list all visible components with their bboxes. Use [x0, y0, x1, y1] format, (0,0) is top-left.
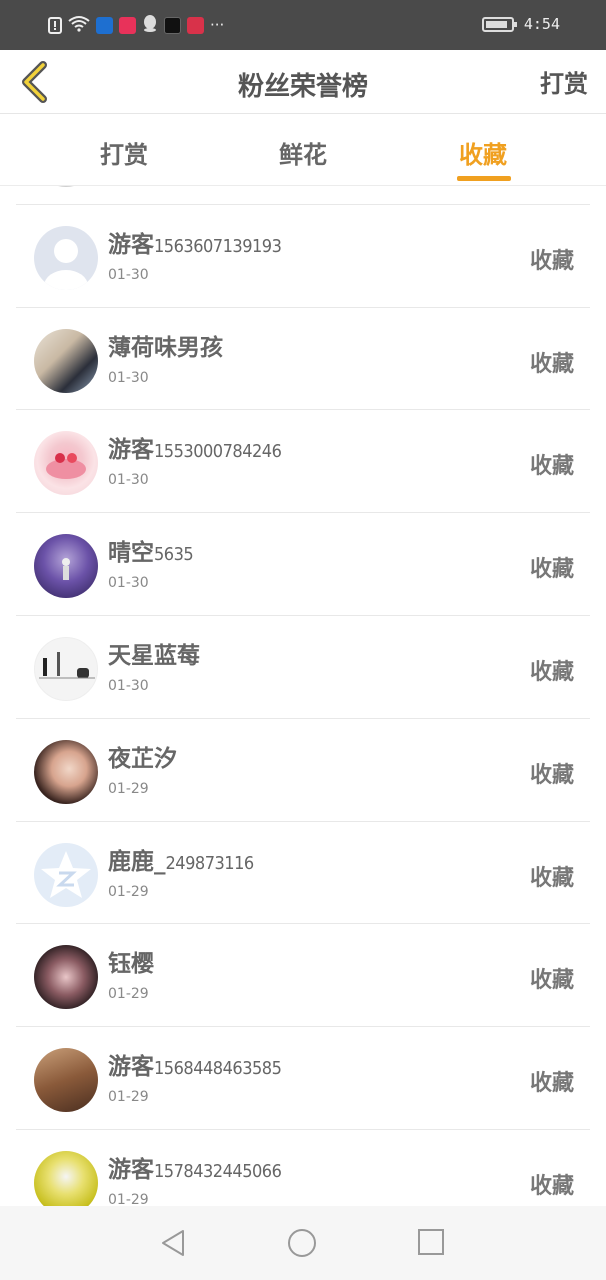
- avatar[interactable]: [34, 431, 98, 496]
- back-triangle-icon[interactable]: [158, 1228, 188, 1262]
- user-name-suffix: 1568448463585: [154, 1058, 282, 1080]
- item-action-label: 收藏: [529, 351, 574, 377]
- user-name[interactable]: 游客1578432445066: [108, 1150, 282, 1184]
- avatar[interactable]: [34, 225, 98, 290]
- avatar[interactable]: [34, 534, 98, 599]
- shield-app-icon: [96, 16, 113, 34]
- user-name-suffix: 1578432445066: [154, 1160, 282, 1182]
- sketch-figures-icon: [39, 651, 95, 679]
- avatar[interactable]: [34, 842, 98, 907]
- item-date: 01-30: [108, 575, 149, 592]
- user-name[interactable]: 鹿鹿_249873116: [108, 842, 254, 876]
- clock: 4:54: [523, 15, 560, 33]
- cake-icon: [46, 453, 86, 480]
- item-action-label: 收藏: [529, 1173, 574, 1199]
- item-date: 01-30: [108, 677, 149, 694]
- status-right: 4:54: [481, 15, 560, 33]
- user-name-suffix: 5635: [154, 544, 194, 566]
- tiktok-icon: [164, 16, 181, 34]
- user-name-suffix: 1563607139193: [154, 235, 282, 257]
- alert-icon: [48, 16, 62, 34]
- user-name[interactable]: 游客1553000784246: [108, 430, 282, 464]
- video-app-icon: [119, 16, 136, 34]
- list-item[interactable]: [16, 186, 590, 205]
- home-circle-icon[interactable]: [287, 1228, 317, 1262]
- reward-button[interactable]: 打赏: [540, 64, 588, 99]
- tab-reward[interactable]: 打赏: [64, 135, 184, 170]
- list-item[interactable]: 钰樱 01-29 收藏: [16, 924, 590, 1028]
- item-date: 01-29: [108, 1191, 149, 1206]
- item-action-label: 收藏: [529, 968, 574, 994]
- tab-bar: 打赏 鲜花 收藏: [0, 115, 606, 186]
- item-date: 01-30: [108, 266, 149, 283]
- recents-square-icon[interactable]: [417, 1228, 445, 1260]
- fan-list[interactable]: 游客1563607139193 01-30 收藏 薄荷味男孩 01-30 收藏 …: [0, 186, 606, 1206]
- item-date: 01-30: [108, 472, 149, 489]
- battery-icon: [481, 16, 517, 32]
- item-action-label: 收藏: [529, 248, 574, 274]
- user-name-suffix: 1553000784246: [154, 441, 282, 463]
- user-name-text: 天星蓝莓: [108, 642, 200, 669]
- avatar[interactable]: [34, 636, 98, 701]
- user-name[interactable]: 晴空5635: [108, 533, 194, 567]
- wifi-icon: [68, 15, 90, 36]
- user-name-text: 游客: [108, 1054, 154, 1081]
- avatar: [34, 186, 98, 187]
- item-action-label: 收藏: [529, 557, 574, 583]
- person-silhouette-icon: [62, 558, 70, 581]
- notification-icons: ···: [48, 14, 224, 36]
- item-action-label: 收藏: [529, 762, 574, 788]
- item-action-label: 收藏: [529, 659, 574, 685]
- avatar[interactable]: [34, 328, 98, 393]
- user-name[interactable]: 钰樱: [108, 944, 154, 978]
- avatar[interactable]: [34, 1048, 98, 1113]
- active-tab-indicator: [457, 176, 511, 181]
- tab-favorites[interactable]: 收藏: [423, 135, 543, 170]
- list-item[interactable]: 游客1563607139193 01-30 收藏: [16, 205, 590, 308]
- list-item[interactable]: 夜芷汐 01-29 收藏: [16, 719, 590, 822]
- page-title: 粉丝荣誉榜: [237, 72, 368, 102]
- item-action-label: 收藏: [529, 454, 574, 480]
- user-name-suffix: 249873116: [165, 852, 255, 874]
- item-date: 01-29: [108, 780, 149, 797]
- item-date: 01-29: [108, 883, 149, 900]
- user-name-text: 夜芷汐: [108, 745, 177, 772]
- avatar[interactable]: [34, 739, 98, 804]
- user-name-text: 游客: [108, 1156, 154, 1183]
- list-item[interactable]: 游客1568448463585 01-29 收藏: [16, 1027, 590, 1130]
- user-name-text: 薄荷味男孩: [108, 334, 223, 361]
- user-name[interactable]: 夜芷汐: [108, 739, 177, 773]
- avatar[interactable]: [34, 1150, 98, 1206]
- user-name[interactable]: 游客1563607139193: [108, 225, 282, 259]
- user-name[interactable]: 薄荷味男孩: [108, 328, 223, 362]
- list-item[interactable]: 鹿鹿_249873116 01-29 收藏: [16, 822, 590, 925]
- list-item[interactable]: 游客1553000784246 01-30 收藏: [16, 410, 590, 514]
- list-item[interactable]: 薄荷味男孩 01-30 收藏: [16, 308, 590, 411]
- status-bar: ··· 4:54: [0, 0, 606, 50]
- nav-bar: 粉丝荣誉榜 打赏: [0, 50, 606, 114]
- user-name-text: 钰樱: [108, 951, 154, 978]
- list-item[interactable]: 晴空5635 01-30 收藏: [16, 513, 590, 616]
- item-date: 01-30: [108, 369, 149, 386]
- avatar[interactable]: [34, 945, 98, 1010]
- more-notifications-icon: ···: [210, 16, 225, 34]
- user-name-text: 晴空: [108, 540, 154, 567]
- user-name-text: 鹿鹿_: [108, 848, 166, 875]
- item-date: 01-29: [108, 1089, 149, 1106]
- user-name[interactable]: 天星蓝莓: [108, 636, 200, 670]
- list-item[interactable]: 天星蓝莓 01-30 收藏: [16, 616, 590, 719]
- user-name-text: 游客: [108, 437, 154, 464]
- item-action-label: 收藏: [529, 1071, 574, 1097]
- user-name[interactable]: 游客1568448463585: [108, 1047, 282, 1081]
- default-person-icon: [44, 238, 88, 290]
- user-name-text: 游客: [108, 231, 154, 258]
- item-date: 01-29: [108, 986, 149, 1003]
- item-action-label: 收藏: [529, 865, 574, 891]
- system-nav-bar: [0, 1206, 606, 1280]
- list-item[interactable]: 游客1578432445066 01-29 收藏: [16, 1130, 590, 1206]
- tab-flowers[interactable]: 鲜花: [243, 135, 363, 170]
- calendar-app-icon: [187, 16, 204, 34]
- qq-icon: [142, 14, 158, 36]
- qzone-star-icon: [41, 850, 91, 898]
